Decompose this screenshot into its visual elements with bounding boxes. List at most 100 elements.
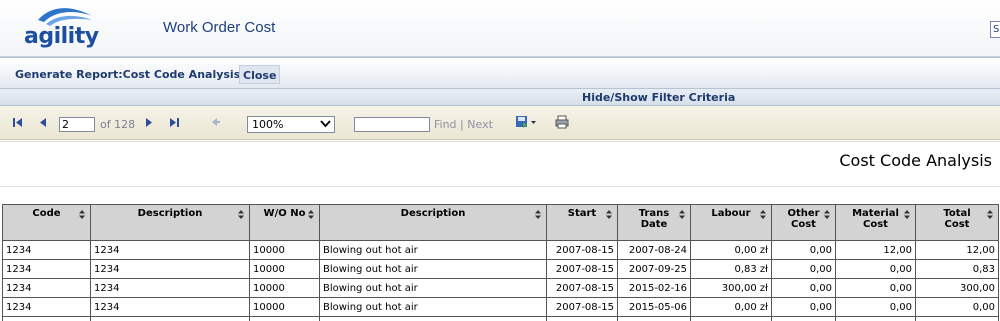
column-header-label: Cost xyxy=(944,219,970,230)
table-header-row: Code Description W/O No Description Start Tra… xyxy=(2,204,999,241)
report-toolbar: 2 of 128 100% Find | Next xyxy=(0,106,1000,140)
column-header-label: Description xyxy=(400,208,466,219)
table-cell: 10000 xyxy=(249,278,320,298)
column-header-label: Trans xyxy=(638,208,670,219)
column-header[interactable]: Total Cost xyxy=(915,204,999,241)
back-icon[interactable] xyxy=(211,117,221,130)
table-row xyxy=(2,316,999,321)
sort-icon[interactable] xyxy=(760,210,766,222)
sort-icon[interactable] xyxy=(535,210,541,222)
table-cell: 2007-08-24 xyxy=(617,240,691,260)
sort-icon[interactable] xyxy=(679,210,685,222)
table-cell: 2007-08-15 xyxy=(546,297,618,317)
column-header[interactable]: Start xyxy=(546,204,618,241)
sort-icon[interactable] xyxy=(824,210,830,222)
column-header-label: Labour xyxy=(711,208,751,219)
table-cell: 2007-08-15 xyxy=(546,278,618,298)
table-cell: Blowing out hot air xyxy=(319,240,547,260)
column-header[interactable]: Description xyxy=(319,204,547,241)
print-icon[interactable] xyxy=(555,115,569,132)
filter-toggle-link[interactable]: Hide/Show Filter Criteria xyxy=(582,91,735,104)
table-cell xyxy=(835,316,916,321)
table-cell: 12,00 xyxy=(835,240,916,260)
column-header-label: Start xyxy=(567,208,597,219)
next-page-icon[interactable] xyxy=(145,117,153,131)
table-cell: 1234 xyxy=(2,297,91,317)
table-cell: 2015-05-06 xyxy=(617,297,691,317)
table-cell: 1234 xyxy=(2,259,91,279)
find-separator: | xyxy=(460,118,464,131)
table-cell: 1234 xyxy=(90,259,250,279)
table-cell: 0,00 xyxy=(771,240,836,260)
page-count: of 128 xyxy=(100,118,136,131)
table-cell: 0,83 xyxy=(915,259,999,279)
column-header-label: Total xyxy=(943,208,971,219)
sort-icon[interactable] xyxy=(987,210,993,222)
report-title: Cost Code Analysis xyxy=(839,151,992,170)
column-header[interactable]: Code xyxy=(2,204,91,241)
search-input[interactable]: S xyxy=(990,21,1000,38)
table-row: 1234 1234 10000 Blowing out hot air 2007-08-… xyxy=(2,297,999,317)
find-next-link[interactable]: Next xyxy=(467,118,493,131)
sort-icon[interactable] xyxy=(904,210,910,222)
page-number-input[interactable]: 2 xyxy=(59,117,95,132)
table-cell: 0,00 xyxy=(835,278,916,298)
filter-toggle-bar[interactable]: Hide/Show Filter Criteria xyxy=(0,89,1000,106)
table-cell: 2015-02-16 xyxy=(617,278,691,298)
column-header[interactable]: Material Cost xyxy=(835,204,916,241)
table-cell: 10000 xyxy=(249,240,320,260)
table-cell xyxy=(617,316,691,321)
table-cell xyxy=(249,316,320,321)
find-input[interactable] xyxy=(354,117,430,132)
table-cell: Blowing out hot air xyxy=(319,278,547,298)
last-page-icon[interactable] xyxy=(169,117,180,131)
sort-icon[interactable] xyxy=(606,210,612,222)
column-header-label: W/O No xyxy=(263,208,306,219)
column-header[interactable]: Labour xyxy=(690,204,772,241)
table-cell: 300,00 xyxy=(915,278,999,298)
prev-page-icon[interactable] xyxy=(39,117,47,131)
logo-text: agility xyxy=(24,24,99,49)
column-header[interactable]: Other Cost xyxy=(771,204,836,241)
table-cell: 0,00 xyxy=(771,278,836,298)
table-cell xyxy=(546,316,618,321)
table-cell: 1234 xyxy=(2,278,91,298)
column-header-label: Other xyxy=(787,208,820,219)
find-link[interactable]: Find xyxy=(434,118,457,131)
agility-logo[interactable]: agility xyxy=(24,4,104,52)
table-cell xyxy=(771,316,836,321)
table-cell xyxy=(319,316,547,321)
table-cell: 2007-08-15 xyxy=(546,240,618,260)
table-cell: 0,00 xyxy=(835,297,916,317)
table-cell xyxy=(2,316,91,321)
table-cell: 2007-08-15 xyxy=(546,259,618,279)
generate-report-button[interactable]: Generate Report:Cost Code Analysis xyxy=(12,65,243,84)
table-row: 1234 1234 10000 Blowing out hot air 2007-08-… xyxy=(2,259,999,279)
table-cell: 0,00 xyxy=(771,259,836,279)
close-button[interactable]: Close xyxy=(239,65,281,84)
table-cell xyxy=(690,316,772,321)
table-cell xyxy=(915,316,999,321)
column-header[interactable]: Trans Date xyxy=(617,204,691,241)
table-cell: Blowing out hot air xyxy=(319,259,547,279)
table-cell: 1234 xyxy=(90,278,250,298)
table-row: 1234 1234 10000 Blowing out hot air 2007-08-… xyxy=(2,278,999,298)
column-header-label: Material xyxy=(852,208,899,219)
page-title: Work Order Cost xyxy=(163,19,276,36)
app-header: agility Work Order Cost S xyxy=(0,0,1000,57)
table-cell: 2007-09-25 xyxy=(617,259,691,279)
table-cell: 0,83 zł xyxy=(690,259,772,279)
column-header[interactable]: Description xyxy=(90,204,250,241)
column-header[interactable]: W/O No xyxy=(249,204,320,241)
column-header-label: Date xyxy=(640,219,668,230)
column-header-label: Code xyxy=(32,208,61,219)
export-icon[interactable] xyxy=(515,115,537,132)
table-cell: 10000 xyxy=(249,259,320,279)
zoom-select[interactable]: 100% xyxy=(247,116,335,133)
first-page-icon[interactable] xyxy=(12,117,23,131)
sort-icon[interactable] xyxy=(308,210,314,222)
sort-icon[interactable] xyxy=(79,210,85,222)
sort-icon[interactable] xyxy=(238,210,244,222)
table-cell: 0,00 zł xyxy=(690,297,772,317)
table-cell: 0,00 xyxy=(835,259,916,279)
